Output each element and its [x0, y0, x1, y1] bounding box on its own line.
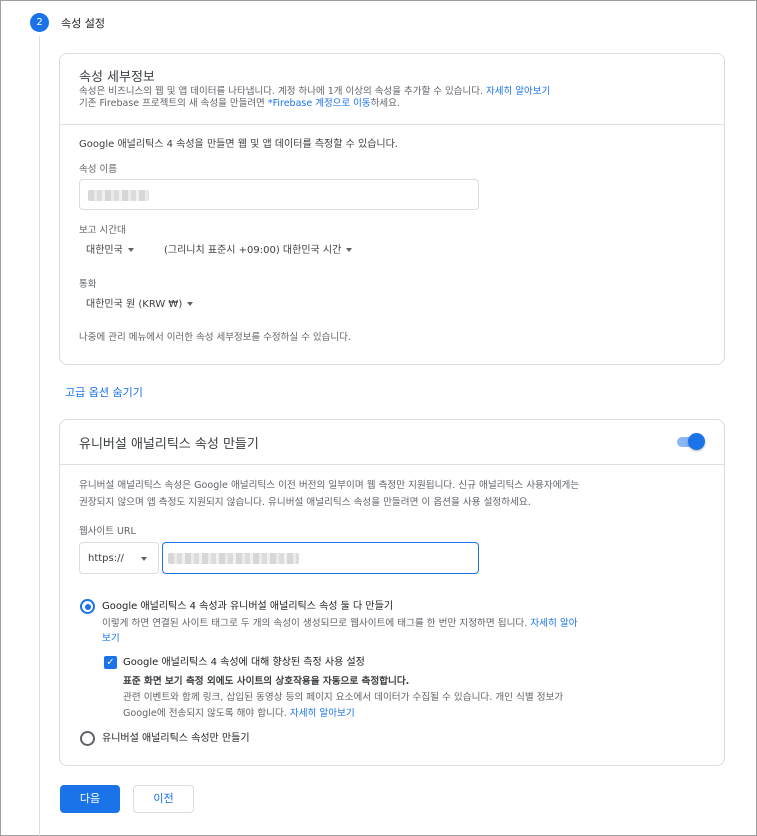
firebase-account-link[interactable]: *Firebase 계정으로 이동 — [268, 98, 371, 109]
website-url-label: 웹사이트 URL — [79, 526, 136, 537]
stepper-line — [39, 36, 40, 836]
timezone-label: 보고 시간대 — [79, 225, 126, 236]
option-both-learn-more-link-cont[interactable]: 보기 — [102, 631, 120, 646]
previous-button[interactable]: 이전 — [133, 785, 194, 813]
chevron-down-icon — [127, 248, 134, 252]
redacted-property-name — [88, 190, 149, 201]
option-ua-only-label[interactable]: 유니버설 애널리틱스 속성만 만들기 — [102, 731, 250, 747]
option-both-desc: 이렇게 하면 연결된 사이트 태그로 두 개의 속성이 생성되므로 웹사이트에 … — [102, 616, 578, 631]
step-number-badge: 2 — [30, 13, 49, 32]
ua-desc-line2: 권장되지 않으며 앱 측정도 지원되지 않습니다. 유니버설 애널리틱스 속성을… — [79, 497, 531, 508]
timezone-value: (그리니치 표준시 +09:00) 대한민국 시간 — [164, 245, 342, 256]
ga4-intro-text: Google 애널리틱스 4 속성을 만들면 웹 및 앱 데이터를 측정할 수 … — [79, 139, 398, 150]
universal-analytics-card: 유니버설 애널리틱스 속성 만들기 유니버설 애널리틱스 속성은 Google … — [59, 419, 725, 766]
hide-advanced-options-link[interactable]: 고급 옵션 숨기기 — [65, 384, 143, 400]
enhanced-learn-more-link[interactable]: 자세히 알아보기 — [290, 708, 355, 719]
currency-select[interactable]: 대한민국 원 (KRW ₩) — [86, 297, 194, 313]
timezone-country-select[interactable]: 대한민국 — [86, 243, 134, 259]
chevron-down-icon — [141, 557, 147, 561]
currency-label: 통화 — [79, 279, 97, 290]
learn-more-link[interactable]: 자세히 알아보기 — [486, 86, 550, 97]
ua-card-header: 유니버설 애널리틱스 속성 만들기 — [60, 420, 724, 465]
desc-text-1: 속성은 비즈니스의 웹 및 앱 데이터를 나타냅니다. 계정 하나에 1개 이상… — [79, 86, 483, 97]
option-both-radio[interactable] — [80, 599, 95, 614]
ua-desc-line1: 유니버설 애널리틱스 속성은 Google 애널리틱스 이전 버전의 일부이며 … — [79, 480, 580, 491]
option-both-desc-text: 이렇게 하면 연결된 사이트 태그로 두 개의 속성이 생성되므로 웹사이트에 … — [102, 618, 528, 629]
enhanced-measurement-checkbox[interactable]: ✓ — [104, 656, 117, 669]
option-ua-only-radio[interactable] — [80, 731, 95, 746]
option-both-label[interactable]: Google 애널리틱스 4 속성과 유니버설 애널리틱스 속성 둘 다 만들기 — [102, 599, 393, 615]
enhanced-measurement-label[interactable]: Google 애널리틱스 4 속성에 대해 향상된 측정 사용 설정 — [123, 655, 365, 671]
desc-text-2-pre: 기존 Firebase 프로젝트의 새 속성을 만들려면 — [79, 98, 268, 109]
option-both-learn-more-link[interactable]: 자세히 알아 — [530, 618, 577, 629]
property-details-title: 속성 세부정보 — [79, 70, 155, 85]
timezone-select[interactable]: (그리니치 표준시 +09:00) 대한민국 시간 — [164, 243, 353, 259]
property-name-label: 속성 이름 — [79, 164, 117, 175]
step-title: 속성 설정 — [61, 17, 105, 30]
enhanced-measurement-desc1: 관련 이벤트와 함께 링크, 삽입된 동영상 등의 페이지 요소에서 데이터가 … — [123, 692, 564, 703]
website-url-input[interactable] — [162, 542, 479, 574]
timezone-country-value: 대한민국 — [86, 245, 123, 256]
property-name-input[interactable] — [79, 179, 479, 210]
property-details-desc-line2: 기존 Firebase 프로젝트의 새 속성을 만들려면 *Firebase 계… — [79, 97, 400, 110]
property-details-header: 속성 세부정보 속성은 비즈니스의 웹 및 앱 데이터를 나타냅니다. 계정 하… — [60, 54, 724, 125]
chevron-down-icon — [187, 302, 194, 306]
ua-card-title: 유니버설 애널리틱스 속성 만들기 — [79, 437, 259, 452]
enhanced-measurement-bold: 표준 화면 보기 측정 외에도 사이트의 상호작용을 자동으로 측정합니다. — [123, 676, 410, 687]
chevron-down-icon — [346, 248, 353, 252]
enhanced-desc2-text: Google에 전송되지 않도록 해야 합니다. — [123, 708, 290, 719]
enhanced-measurement-desc2: Google에 전송되지 않도록 해야 합니다. 자세히 알아보기 — [123, 706, 355, 721]
next-button[interactable]: 다음 — [60, 785, 120, 813]
ua-toggle-knob[interactable] — [688, 433, 705, 450]
currency-value: 대한민국 원 (KRW ₩) — [86, 299, 183, 310]
property-details-card: 속성 세부정보 속성은 비즈니스의 웹 및 앱 데이터를 나타냅니다. 계정 하… — [59, 53, 725, 365]
desc-text-2-post: 하세요. — [370, 98, 400, 109]
protocol-value: https:// — [88, 553, 124, 564]
details-footnote: 나중에 관리 메뉴에서 이러한 속성 세부정보를 수정하실 수 있습니다. — [79, 332, 351, 343]
protocol-select[interactable]: https:// — [79, 542, 159, 574]
redacted-url — [168, 553, 299, 564]
